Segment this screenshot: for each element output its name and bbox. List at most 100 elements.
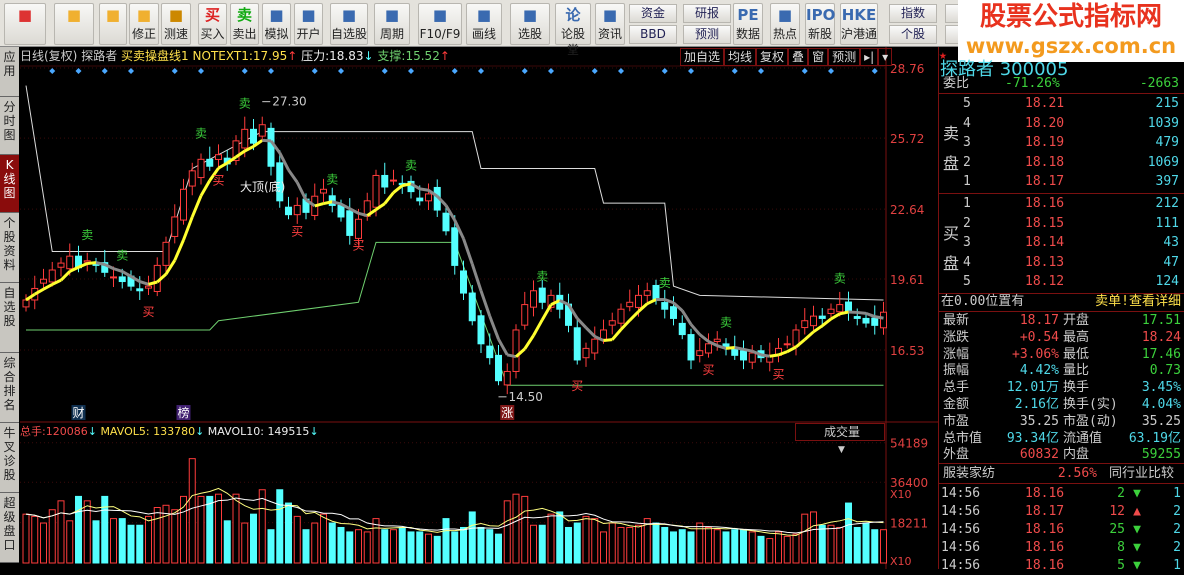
toolbar-button-画线[interactable]: ■画线 (466, 3, 502, 45)
sidebar-tab-2[interactable]: K线图 (0, 155, 19, 213)
stat-row-cell: +3.06% (1012, 346, 1059, 364)
trend-line-segment (481, 291, 490, 316)
order-notice-row-cell: 卖单!查看详细 (1095, 293, 1181, 311)
toolbar-button-开户[interactable]: ■开户 (294, 3, 323, 45)
toolbar-button-自选股[interactable]: ■自选股 (330, 3, 368, 45)
chart-button-2[interactable]: 复权 (756, 48, 788, 66)
buy-level-row-cell: 18.12 (1025, 273, 1064, 291)
volume-bar (828, 525, 834, 563)
volume-bar (557, 512, 563, 563)
expand-icon[interactable]: ▸| (860, 48, 878, 66)
sell-level-row-cell: 2 (963, 154, 971, 172)
toolbar-button-修正[interactable]: ■修正 (129, 3, 159, 45)
sidebar-tab-7[interactable]: 超级盘口 (0, 493, 19, 563)
trend-line-segment (525, 335, 534, 348)
radar-icon: ■ (511, 4, 549, 26)
sell-signal: 卖 (834, 272, 846, 286)
candle-body (347, 211, 353, 236)
trend-line-segment (787, 347, 796, 352)
toolbar-button-沪港通[interactable]: HKE沪港通 (840, 3, 878, 45)
toolbar-button-up-arrow[interactable]: ■ (99, 3, 127, 45)
candle-body (452, 228, 458, 266)
sell-level-row-cell: 4 (963, 115, 971, 133)
toolbar-small-button[interactable]: 研报 (683, 4, 731, 23)
trend-line-segment (604, 340, 613, 341)
chart-canvas[interactable]: 28.7625.7222.6419.6116.53541893640018211… (20, 47, 938, 569)
toolbar-small-button[interactable]: 个股 (889, 25, 937, 44)
trend-line-segment (647, 300, 656, 304)
price-tick: 22.64 (890, 203, 924, 217)
toolbar-button-选股[interactable]: ■选股 (510, 3, 550, 45)
toolbar-button-label: 自选股 (331, 26, 367, 42)
toolbar-button-新股[interactable]: IPO新股 (805, 3, 835, 45)
toolbar-button-数据[interactable]: PE数据 (733, 3, 763, 45)
trend-line-segment (700, 335, 709, 342)
candle-body (618, 309, 624, 323)
stat-row: 涨幅+3.06%最低17.46 (939, 346, 1184, 364)
toolbar-button-label: 周期 (375, 26, 409, 42)
sidebar-tab-5[interactable]: 综合排名 (0, 353, 19, 423)
toolbar-button-资讯[interactable]: ■资讯 (595, 3, 625, 45)
toolbar-button-label: 买入 (199, 26, 226, 42)
toolbar-button-论股堂[interactable]: 论论股堂 (555, 3, 591, 45)
toolbar-button-买入[interactable]: 买买入 (198, 3, 227, 45)
kline-chart[interactable]: 28.7625.7222.6419.6116.53541893640018211… (20, 47, 938, 569)
industry-row-cell: 2.56% (1058, 465, 1097, 483)
watermark-title: 股票公式指标网 (958, 0, 1184, 34)
sidebar-tab-1[interactable]: 分时图 (0, 97, 19, 155)
chevron-down-icon[interactable]: ▾ (878, 48, 892, 66)
buy-level-row-cell: 1 (963, 195, 971, 213)
toolbar-small-button[interactable]: 指数 (889, 4, 937, 23)
candle-body (294, 205, 300, 214)
lock-icon: ■ (295, 4, 322, 26)
sidebar-tab-0[interactable]: 应用 (0, 47, 19, 97)
chart-button-4[interactable]: 窗 (808, 48, 828, 66)
toolbar-button-windows-grid[interactable]: ■ (4, 3, 46, 45)
trend-line-segment (394, 186, 403, 193)
candle-body (627, 302, 633, 306)
volume-bar (233, 494, 239, 563)
toolbar-small-button[interactable]: 预测 (683, 25, 731, 44)
buy-signal: 买 (291, 224, 303, 238)
toolbar-button-卖出[interactable]: 卖卖出 (230, 3, 259, 45)
signal-diamond (872, 68, 878, 74)
signal-diamond (128, 68, 134, 74)
toolbar-button-back-arrow[interactable]: ■ (54, 3, 94, 45)
toolbar-button-label: 热点 (771, 26, 799, 42)
tick-row-cell: 1 (1173, 557, 1181, 575)
chart-button-3[interactable]: 叠 (788, 48, 808, 66)
volume-bar (286, 503, 292, 563)
buy-level-row: 218.15111 (939, 215, 1184, 233)
period-icon: ■ (375, 4, 409, 26)
volume-bar (784, 536, 790, 563)
toolbar-small-button[interactable]: 资金 (629, 4, 677, 23)
stat-row-cell: 35.25 (1020, 413, 1059, 431)
volume-indicator-dropdown[interactable]: 成交量 ▼ (795, 423, 885, 441)
toolbar-button-F10/F9[interactable]: ■F10/F9 (418, 3, 462, 45)
tick-row: 14:5618.16252▼ (939, 521, 1184, 539)
toolbar-button-测速[interactable]: ■测速 (161, 3, 191, 45)
candle-body (706, 344, 712, 353)
trend-line-segment (385, 193, 394, 204)
chart-button-5[interactable]: 预测 (828, 48, 860, 66)
stat-row-cell: 18.24 (1142, 329, 1181, 347)
tick-row-cell: 18.16 (1025, 557, 1064, 575)
chart-button-0[interactable]: 加自选 (680, 48, 724, 66)
toolbar-small-button[interactable]: BBD (629, 25, 677, 44)
stat-row-cell: +0.54 (1020, 329, 1059, 347)
trend-line-segment (201, 181, 210, 196)
candle-body (749, 353, 755, 362)
volume-bar (504, 501, 510, 563)
toolbar-button-热点[interactable]: ■热点 (770, 3, 800, 45)
buy-level-row-cell: 18.14 (1025, 234, 1064, 252)
sidebar-tab-3[interactable]: 个股资料 (0, 213, 19, 283)
trend-line-segment (831, 314, 840, 319)
chart-button-1[interactable]: 均线 (724, 48, 756, 66)
sidebar-tab-4[interactable]: 自选股 (0, 283, 19, 353)
sell-signal: 卖 (536, 269, 548, 283)
toolbar-button-周期[interactable]: ■周期 (374, 3, 410, 45)
toolbar-button-模拟[interactable]: ■模拟 (262, 3, 291, 45)
volume-bar (872, 530, 878, 563)
sidebar-tab-6[interactable]: 牛叉诊股 (0, 423, 19, 493)
volume-bar (216, 494, 222, 563)
